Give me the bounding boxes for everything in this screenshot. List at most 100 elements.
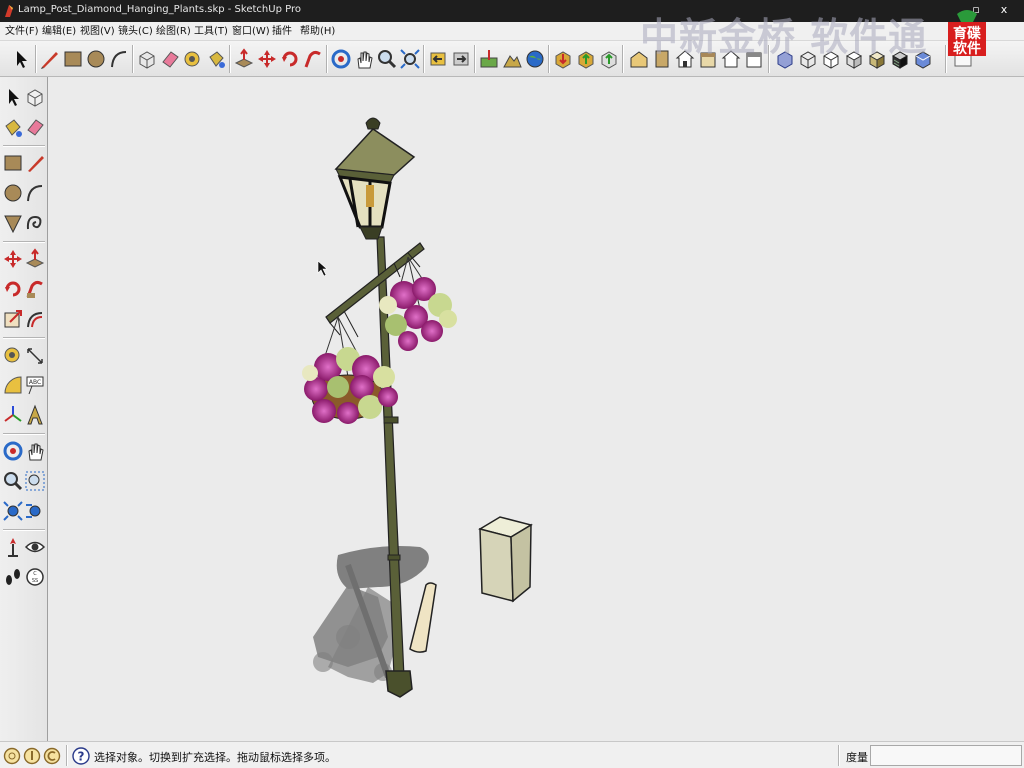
menu-plugins[interactable]: 插件 [269, 24, 295, 39]
offset-icon[interactable] [24, 307, 46, 331]
menu-camera[interactable]: 镜头(C) [115, 24, 156, 39]
top-view-icon[interactable] [651, 48, 673, 70]
freehand-icon[interactable] [24, 211, 46, 235]
scale-icon[interactable] [2, 307, 24, 331]
move-icon[interactable] [2, 247, 24, 271]
zoom-icon[interactable] [376, 48, 398, 70]
back-view-icon[interactable] [720, 48, 742, 70]
text-label-icon[interactable]: ABC [24, 373, 46, 397]
iso-view-icon[interactable] [628, 48, 650, 70]
section-plane-icon[interactable]: CSS [24, 565, 46, 589]
share-component-icon[interactable] [598, 48, 620, 70]
share-model-icon[interactable] [575, 48, 597, 70]
toolbar-separator [423, 45, 425, 73]
move-icon[interactable] [256, 48, 278, 70]
google-earth-icon[interactable] [524, 48, 546, 70]
user-account-icon[interactable] [43, 747, 61, 765]
line-pencil-icon[interactable] [38, 48, 60, 70]
rectangle-icon[interactable] [62, 48, 84, 70]
close-button[interactable]: x [996, 2, 1012, 18]
paint-bucket-icon[interactable] [205, 48, 227, 70]
zoom-extents-icon[interactable] [399, 48, 421, 70]
status-separator [66, 745, 68, 766]
measurements-input[interactable] [870, 745, 1022, 766]
lamp-post-model[interactable] [48, 77, 1024, 741]
tape-measure-icon[interactable] [182, 48, 204, 70]
toolbar-separator [3, 241, 45, 243]
follow-me-icon[interactable] [24, 277, 46, 301]
sketchup-app-icon[interactable] [3, 4, 15, 18]
paint-bucket-icon[interactable] [2, 115, 24, 139]
select-arrow-icon[interactable] [2, 85, 24, 109]
menu-window[interactable]: 窗口(W) [229, 24, 273, 39]
monochrome-style-icon[interactable] [889, 48, 911, 70]
xray-style-icon[interactable] [774, 48, 796, 70]
menu-help[interactable]: 帮助(H) [297, 24, 338, 39]
geo-location-icon[interactable] [3, 747, 21, 765]
eraser-icon[interactable] [159, 48, 181, 70]
menu-tools[interactable]: 工具(T) [191, 24, 231, 39]
left-view-icon[interactable] [743, 48, 765, 70]
zoom-window-icon[interactable] [24, 469, 46, 493]
previous-view-icon[interactable] [427, 48, 449, 70]
menu-view[interactable]: 视图(V) [77, 24, 118, 39]
front-view-icon[interactable] [674, 48, 696, 70]
left-toolbar: ABC C SS [0, 77, 48, 741]
credits-icon[interactable] [23, 747, 41, 765]
svg-text:?: ? [78, 750, 85, 764]
pan-hand-icon[interactable] [24, 439, 46, 463]
lantern-head[interactable] [334, 117, 416, 240]
bollard-post[interactable] [409, 582, 437, 653]
circle-icon[interactable] [2, 181, 24, 205]
make-component-icon[interactable] [24, 85, 46, 109]
orbit-icon[interactable] [2, 439, 24, 463]
hidden-line-style-icon[interactable] [820, 48, 842, 70]
model-viewport[interactable] [48, 77, 1024, 741]
toolbar-separator [229, 45, 231, 73]
arc-icon[interactable] [108, 48, 130, 70]
tape-measure-icon[interactable] [2, 343, 24, 367]
follow-me-icon[interactable] [302, 48, 324, 70]
status-separator [838, 745, 840, 766]
zoom-icon[interactable] [2, 469, 24, 493]
eraser-icon[interactable] [24, 115, 46, 139]
select-arrow-icon[interactable] [10, 48, 32, 70]
rotate-icon[interactable] [2, 277, 24, 301]
make-component-icon[interactable] [136, 48, 158, 70]
protractor-icon[interactable] [2, 373, 24, 397]
mouse-cursor-icon [317, 260, 328, 277]
stone-block[interactable] [478, 516, 533, 603]
push-pull-icon[interactable] [233, 48, 255, 70]
wireframe-style-icon[interactable] [797, 48, 819, 70]
right-view-icon[interactable] [697, 48, 719, 70]
toolbar-separator [622, 45, 624, 73]
dimension-icon[interactable] [24, 343, 46, 367]
textured-style-icon[interactable] [866, 48, 888, 70]
shaded-style-icon[interactable] [843, 48, 865, 70]
orbit-icon[interactable] [330, 48, 352, 70]
add-location-icon[interactable] [478, 48, 500, 70]
menu-draw[interactable]: 绘图(R) [153, 24, 194, 39]
next-view-icon[interactable] [450, 48, 472, 70]
axes-icon[interactable] [2, 403, 24, 427]
section-style-icon[interactable] [912, 48, 934, 70]
arc-icon[interactable] [24, 181, 46, 205]
menu-edit[interactable]: 编辑(E) [39, 24, 79, 39]
3d-text-icon[interactable] [24, 403, 46, 427]
push-pull-icon[interactable] [24, 247, 46, 271]
menu-file[interactable]: 文件(F) [2, 24, 42, 39]
previous-view-icon[interactable] [24, 499, 46, 523]
circle-icon[interactable] [85, 48, 107, 70]
get-models-icon[interactable] [552, 48, 574, 70]
line-pencil-icon[interactable] [24, 151, 46, 175]
look-around-icon[interactable] [24, 535, 46, 559]
rotate-icon[interactable] [279, 48, 301, 70]
rectangle-icon[interactable] [2, 151, 24, 175]
pan-hand-icon[interactable] [353, 48, 375, 70]
zoom-extents-icon[interactable] [2, 499, 24, 523]
help-icon[interactable]: ? [72, 747, 90, 765]
walk-footprints-icon[interactable] [2, 565, 24, 589]
position-camera-icon[interactable] [2, 535, 24, 559]
toggle-terrain-icon[interactable] [501, 48, 523, 70]
polygon-icon[interactable] [2, 211, 24, 235]
